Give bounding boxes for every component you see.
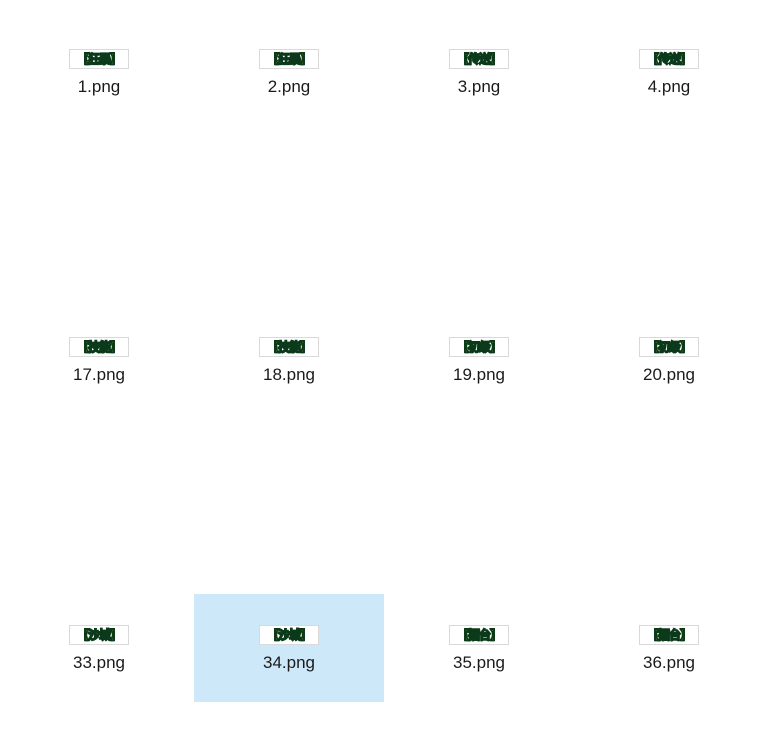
file-thumbnail: 【沙城】 (69, 625, 129, 645)
file-thumbnail: 【初级】 (449, 337, 509, 357)
file-thumbnail: 【狂暴】 (69, 49, 129, 69)
file-name: 1.png (78, 77, 121, 97)
file-thumbnail: 【初级】 (639, 337, 699, 357)
file-item[interactable]: 【擂台】 35.png (384, 594, 574, 702)
file-thumbnail: 【狂暴】 (259, 49, 319, 69)
file-item[interactable]: 【传送】 4.png (574, 18, 764, 126)
file-item[interactable]: 【传送】 3.png (384, 18, 574, 126)
thumbnail-label: 【擂台】 (457, 629, 501, 641)
file-item[interactable]: 【初级】 20.png (574, 306, 764, 414)
thumbnail-label: 【技能】 (267, 341, 311, 353)
file-thumbnail: 【传送】 (449, 49, 509, 69)
file-item[interactable]: 【沙城】 34.png (194, 594, 384, 702)
thumbnail-label: 【擂台】 (647, 629, 691, 641)
thumbnail-label: 【沙城】 (267, 629, 311, 641)
file-name: 35.png (453, 653, 505, 673)
file-item[interactable]: 【狂暴】 1.png (4, 18, 194, 126)
file-name: 4.png (648, 77, 691, 97)
file-item[interactable]: 【擂台】 36.png (574, 594, 764, 702)
thumbnail-label: 【初级】 (457, 341, 501, 353)
thumbnail-label: 【狂暴】 (267, 53, 311, 65)
file-item[interactable]: 【狂暴】 2.png (194, 18, 384, 126)
thumbnail-label: 【技能】 (77, 341, 121, 353)
file-item[interactable]: 【初级】 19.png (384, 306, 574, 414)
file-name: 18.png (263, 365, 315, 385)
thumbnail-label: 【传送】 (647, 53, 691, 65)
file-name: 34.png (263, 653, 315, 673)
file-grid: 【狂暴】 1.png 【狂暴】 2.png 【传送】 3.png 【传送】 4.png 【技能】… (4, 18, 778, 702)
file-thumbnail: 【传送】 (639, 49, 699, 69)
file-name: 2.png (268, 77, 311, 97)
file-name: 17.png (73, 365, 125, 385)
thumbnail-label: 【狂暴】 (77, 53, 121, 65)
file-name: 33.png (73, 653, 125, 673)
file-name: 19.png (453, 365, 505, 385)
thumbnail-label: 【传送】 (457, 53, 501, 65)
file-item[interactable]: 【技能】 18.png (194, 306, 384, 414)
file-name: 3.png (458, 77, 501, 97)
file-item[interactable]: 【技能】 17.png (4, 306, 194, 414)
file-explorer-pane[interactable]: 【狂暴】 1.png 【狂暴】 2.png 【传送】 3.png 【传送】 4.png 【技能】… (0, 0, 778, 729)
thumbnail-label: 【沙城】 (77, 629, 121, 641)
file-name: 20.png (643, 365, 695, 385)
file-item[interactable]: 【沙城】 33.png (4, 594, 194, 702)
file-thumbnail: 【擂台】 (449, 625, 509, 645)
file-thumbnail: 【技能】 (69, 337, 129, 357)
file-thumbnail: 【技能】 (259, 337, 319, 357)
thumbnail-label: 【初级】 (647, 341, 691, 353)
file-name: 36.png (643, 653, 695, 673)
file-thumbnail: 【沙城】 (259, 625, 319, 645)
file-thumbnail: 【擂台】 (639, 625, 699, 645)
